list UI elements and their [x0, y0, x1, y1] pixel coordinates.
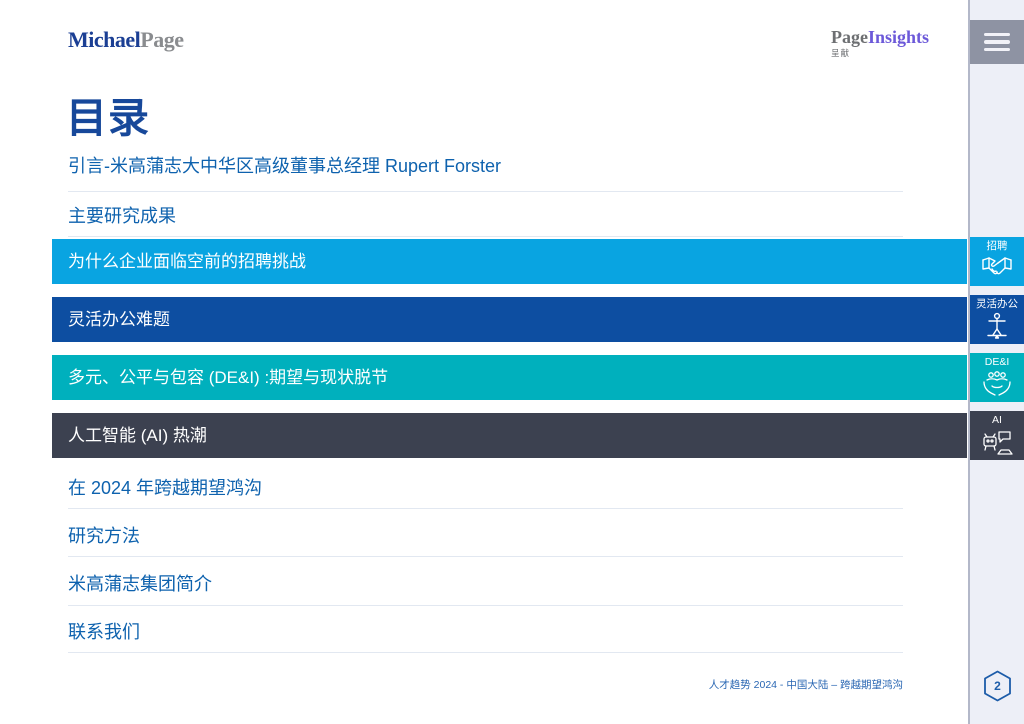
page-insights-logo: PageInsights 呈献 [831, 28, 929, 59]
tab-label: DE&I [984, 356, 1010, 368]
hamburger-icon [984, 40, 1010, 44]
insights-part-page: Page [831, 27, 868, 47]
sidebar-tab-ai[interactable]: AI [970, 411, 1024, 460]
tab-label: AI [992, 414, 1002, 426]
ai-robot-icon [983, 431, 1013, 455]
toc-item-bridge-gap-2024[interactable]: 在 2024 年跨越期望鸿沟 [68, 477, 903, 499]
hamburger-icon [984, 47, 1010, 52]
toc-item-contact-us[interactable]: 联系我们 [68, 621, 903, 643]
page-number: 2 [994, 679, 1001, 693]
toc-item-about-group[interactable]: 米高蒲志集团简介 [68, 573, 903, 595]
divider [68, 605, 903, 606]
toc-section-dei[interactable]: 多元、公平与包容 (DE&I) :期望与现状脱节 [52, 355, 967, 400]
logo-part-michael: Michael [68, 27, 141, 52]
divider [68, 508, 903, 509]
page-title: 目录 [66, 95, 150, 141]
divider [68, 556, 903, 557]
sidebar-tab-recruitment[interactable]: 招聘 [970, 237, 1024, 286]
people-hands-icon [983, 371, 1011, 396]
sidebar-tab-dei[interactable]: DE&I [970, 353, 1024, 402]
tab-label: 灵活办公 [976, 298, 1018, 310]
toc-item-key-findings[interactable]: 主要研究成果 [68, 205, 903, 227]
toc-section-flexible-work[interactable]: 灵活办公难题 [52, 297, 967, 342]
divider [68, 236, 903, 237]
toc-item-methodology[interactable]: 研究方法 [68, 525, 903, 547]
page-number-badge: 2 [983, 670, 1012, 702]
insights-part-insights: Insights [867, 27, 930, 47]
hamburger-icon [984, 32, 1010, 37]
balance-person-icon [987, 312, 1007, 339]
menu-button[interactable] [970, 20, 1024, 64]
insights-subtitle: 呈献 [831, 48, 851, 58]
handshake-icon [982, 257, 1012, 275]
divider [68, 191, 903, 192]
divider [68, 652, 903, 653]
tab-label: 招聘 [986, 240, 1008, 252]
michael-page-logo: MichaelPage [68, 27, 184, 53]
sidebar: 招聘 灵活办公 DE&I AI 2 [968, 0, 1024, 724]
toc-section-hiring-challenges[interactable]: 为什么企业面临空前的招聘挑战 [52, 239, 967, 284]
report-footer-title: 人才趋势 2024 - 中国大陆 – 跨越期望鸿沟 [708, 679, 903, 691]
logo-part-page: Page [140, 27, 184, 52]
toc-item-intro[interactable]: 引言-米高蒲志大中华区高级董事总经理 Rupert Forster [68, 155, 903, 177]
sidebar-tab-flexible-work[interactable]: 灵活办公 [970, 295, 1024, 344]
toc-section-ai[interactable]: 人工智能 (AI) 热潮 [52, 413, 967, 458]
